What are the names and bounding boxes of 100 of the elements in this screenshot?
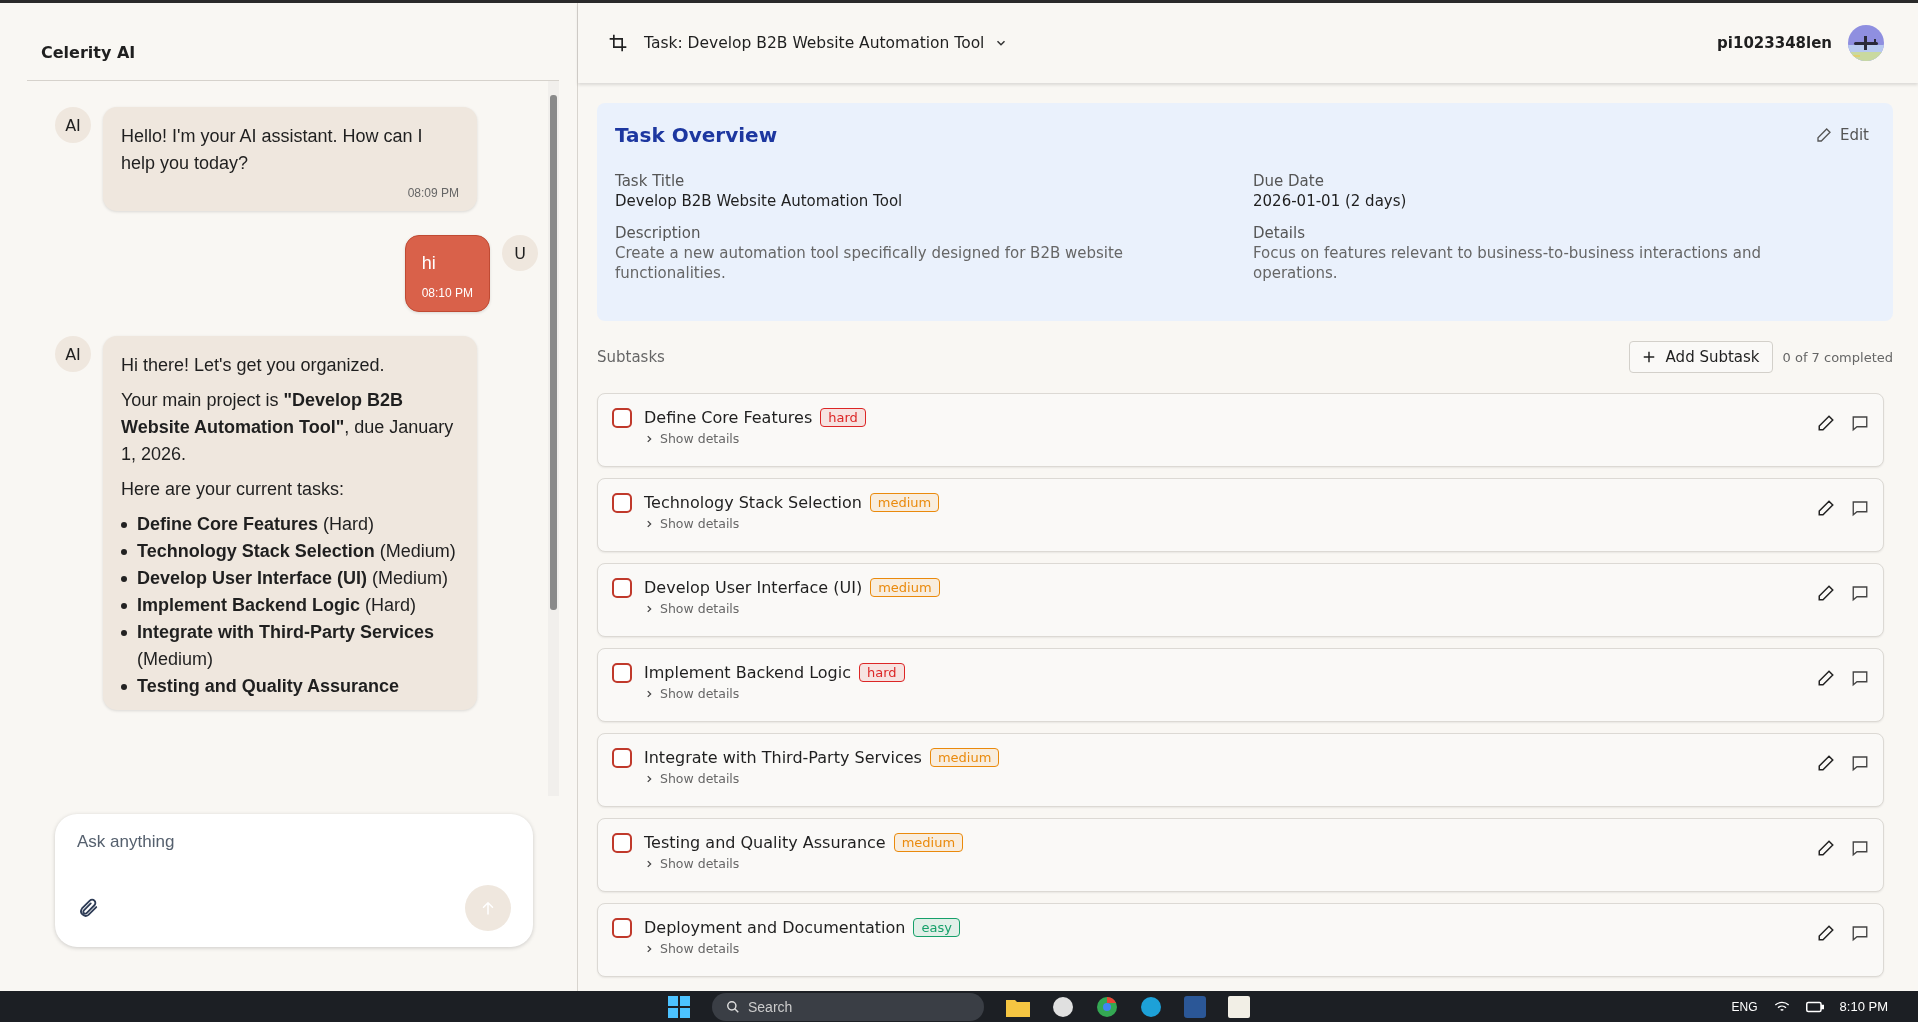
taskbar-search[interactable]: Search [712,992,984,1021]
show-details-toggle[interactable]: Show details [644,941,740,956]
edit-button[interactable]: Edit [1809,125,1875,145]
overview-title: Task Overview [615,123,778,147]
difficulty-tag: hard [859,663,905,682]
checkbox[interactable] [612,918,632,938]
list-item: Implement Backend Logic (Hard) [137,594,417,617]
message-text: Hi there! Let's get you organized. [121,354,386,377]
crop-icon[interactable] [608,33,628,53]
field-label: Description [615,223,702,243]
task-selector[interactable]: Task: Develop B2B Website Automation Tool [644,34,1009,52]
field-value: Develop B2B Website Automation Tool [615,191,904,211]
edit-icon[interactable] [1817,754,1835,772]
chevron-right-icon [644,773,654,784]
chevron-right-icon [644,518,654,529]
checkbox[interactable] [612,663,632,683]
edit-icon[interactable] [1817,839,1835,857]
field-label: Due Date [1253,171,1325,191]
subtask-title: Define Core Features [644,408,813,427]
wifi-icon[interactable] [1773,999,1790,1014]
field-label: Details [1253,223,1306,243]
comment-icon[interactable] [1851,414,1869,432]
scrollbar[interactable] [548,81,559,796]
message-text: Hello! I'm your AI assistant. How can I help you today? [121,125,424,175]
subtask-title: Testing and Quality Assurance [644,833,886,852]
comment-icon[interactable] [1851,584,1869,602]
comment-icon[interactable] [1851,754,1869,772]
add-subtask-button[interactable]: Add Subtask [1628,341,1773,373]
section-title: Subtasks [597,348,666,366]
message-time: 08:09 PM [406,185,459,201]
checkbox[interactable] [612,833,632,853]
bullet-icon [121,576,127,582]
app-icon[interactable] [1052,995,1074,1018]
show-details-toggle[interactable]: Show details [644,771,740,786]
checkbox[interactable] [612,578,632,598]
edit-icon[interactable] [1817,669,1835,687]
show-details-toggle[interactable]: Show details [644,686,740,701]
show-details-toggle[interactable]: Show details [644,601,740,616]
difficulty-tag: medium [929,748,1000,767]
checkbox[interactable] [612,748,632,768]
show-details-toggle[interactable]: Show details [644,431,740,446]
language-indicator[interactable]: ENG [1731,999,1758,1014]
search-icon [726,999,740,1014]
avatar: U [502,235,538,271]
edit-icon[interactable] [1817,584,1835,602]
chat-title: Celerity AI [40,43,136,62]
bullet-icon [121,684,127,690]
field-label: Task Title [615,171,686,191]
username: pi1023348len [1717,34,1832,52]
chevron-right-icon [644,943,654,954]
bullet-icon [121,549,127,555]
difficulty-tag: medium [893,833,964,852]
message-text: Your main project is "Develop B2B Website Automation Tool", due January 1, 2026. [121,389,455,466]
list-item: Define Core Features (Hard) [137,513,375,536]
comment-icon[interactable] [1851,669,1869,687]
pencil-icon [1815,127,1832,143]
avatar: AI [55,336,91,372]
subtask-title: Develop User Interface (UI) [644,578,863,597]
message-text: hi [421,252,437,275]
list-item: Technology Stack Selection (Medium) [137,540,456,563]
bullet-icon [121,630,127,636]
list-item: Testing and Quality Assurance [137,675,400,698]
attach-icon[interactable] [77,897,99,919]
chevron-right-icon [644,688,654,699]
comment-icon[interactable] [1851,499,1869,517]
subtask-title: Implement Backend Logic [644,663,851,682]
edit-icon[interactable] [1817,499,1835,517]
show-details-toggle[interactable]: Show details [644,856,740,871]
difficulty-tag: easy [913,918,960,937]
checkbox[interactable] [612,408,632,428]
app-icon[interactable] [1228,995,1250,1018]
comment-icon[interactable] [1851,839,1869,857]
checkbox[interactable] [612,493,632,513]
field-value: Create a new automation tool specifically designed for B2B website functionalities. [615,243,1125,283]
list-item: Develop User Interface (UI) (Medium) [137,567,449,590]
field-value: Focus on features relevant to business-to-business interactions and operations. [1253,243,1762,283]
chevron-right-icon [644,433,654,444]
difficulty-tag: medium [870,578,940,597]
message-input[interactable]: Ask anything [77,832,511,852]
subtask-title: Technology Stack Selection [644,493,862,512]
field-value: 2026-01-01 (2 days) [1253,191,1408,211]
bullet-icon [121,603,127,609]
avatar: AI [55,107,91,143]
message-text: Here are your current tasks: [121,478,346,501]
subtask-title: Deployment and Documentation [644,918,906,937]
message-time: 08:10 PM [421,285,473,301]
clock[interactable]: 8:10 PM [1839,999,1888,1014]
chevron-right-icon [644,603,654,614]
comment-icon[interactable] [1851,924,1869,942]
subtask-title: Integrate with Third-Party Services [644,748,922,767]
progress-text: 0 of 7 completed [1782,349,1893,365]
show-details-toggle[interactable]: Show details [644,516,740,531]
windows-icon[interactable] [668,995,690,1018]
list-item: Integrate with Third-Party Services (Medium) [137,621,436,671]
chevron-right-icon [644,858,654,869]
battery-icon[interactable] [1805,1000,1824,1013]
edit-icon[interactable] [1817,924,1835,942]
edit-icon[interactable] [1817,414,1835,432]
plus-icon [1641,350,1656,364]
bullet-icon [121,522,127,528]
